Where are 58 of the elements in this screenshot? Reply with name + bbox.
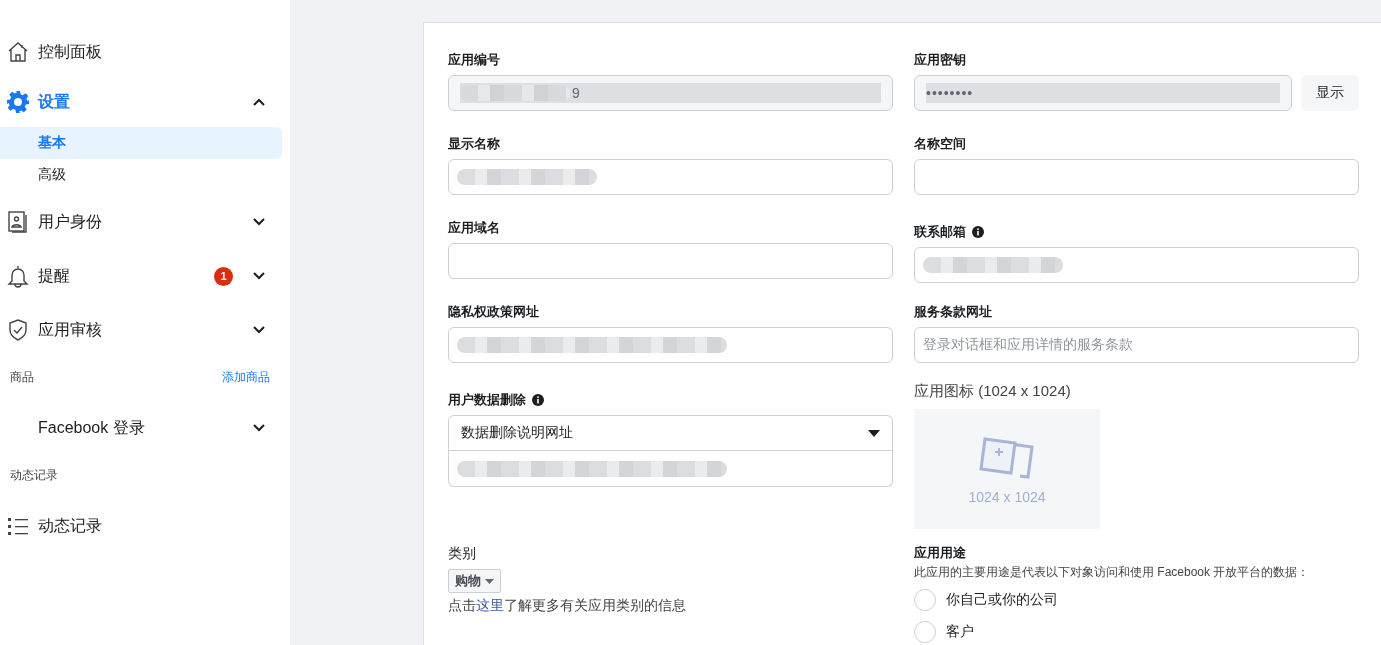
settings-icon xyxy=(6,90,30,114)
field-label: 应用域名 xyxy=(448,218,500,237)
sidebar-item[interactable]: 提醒 1 xyxy=(0,251,290,301)
text-field[interactable] xyxy=(914,247,1359,283)
section-heading: 动态记录 xyxy=(10,466,58,484)
text-field[interactable] xyxy=(914,159,1359,195)
category-dropdown[interactable]: 购物 xyxy=(448,569,501,593)
chevron-down-icon[interactable] xyxy=(252,325,266,335)
sidebar-item[interactable]: 用户身份 xyxy=(0,197,290,247)
sidebar-subitem[interactable]: 基本 xyxy=(0,127,282,159)
field-label: 联系邮箱 xyxy=(914,222,966,241)
add-product-link[interactable]: 添加商品 xyxy=(222,368,270,386)
field-label: 应用用途 xyxy=(914,543,966,562)
text-field[interactable] xyxy=(448,159,893,195)
field-label: 用户数据删除 xyxy=(448,390,526,409)
field-label: 显示名称 xyxy=(448,134,500,153)
sidebar-subitem[interactable]: 高级 xyxy=(0,159,282,191)
field-label: 服务条款网址 xyxy=(914,302,992,321)
bell-icon xyxy=(7,264,29,288)
dropdown[interactable]: 数据删除说明网址 xyxy=(448,415,893,451)
field-placeholder: 登录对话框和应用详情的服务条款 xyxy=(923,336,1133,354)
dropdown-arrow-icon xyxy=(485,578,494,584)
text-field[interactable] xyxy=(448,451,893,487)
field-label: 类别 xyxy=(448,544,476,563)
field-label: 应用密钥 xyxy=(914,50,966,69)
radio-label: 客户 xyxy=(946,623,974,641)
chevron-up-icon[interactable] xyxy=(252,97,266,107)
field-label: 隐私权政策网址 xyxy=(448,302,539,321)
sidebar-item[interactable]: 设置 xyxy=(0,77,290,127)
sidebar-item[interactable]: Facebook 登录 xyxy=(0,403,290,453)
chevron-down-icon[interactable] xyxy=(252,271,266,281)
field-label: 名称空间 xyxy=(914,134,966,153)
section-heading: 商品 xyxy=(10,368,34,386)
sidebar-item[interactable]: 应用审核 xyxy=(0,305,290,355)
field-label: 应用图标 (1024 x 1024) xyxy=(914,382,1071,401)
notification-badge: 1 xyxy=(214,266,233,286)
app-id-field[interactable]: 9 xyxy=(448,75,893,111)
radio-label: 你自己或你的公司 xyxy=(946,591,1058,609)
sidebar-item[interactable]: 控制面板 xyxy=(0,27,290,77)
app-secret-field[interactable]: •••••••• xyxy=(914,75,1292,111)
chevron-down-icon[interactable] xyxy=(252,423,266,433)
show-button[interactable]: 显示 xyxy=(1301,75,1359,111)
shield-check-icon xyxy=(7,318,29,342)
field-value: •••••••• xyxy=(926,85,974,101)
icon-size-caption: 1024 x 1024 xyxy=(968,489,1046,505)
text-field[interactable] xyxy=(448,243,893,279)
home-icon xyxy=(7,41,29,63)
help-text: 点击这里了解更多有关应用类别的信息 xyxy=(448,597,687,615)
dropdown-arrow-icon xyxy=(868,429,880,437)
sidebar-item[interactable]: 动态记录 xyxy=(0,501,290,551)
text-field[interactable] xyxy=(448,327,893,363)
list-icon xyxy=(7,516,29,536)
field-value: 9 xyxy=(572,85,580,101)
field-label: 应用编号 xyxy=(448,50,500,69)
field-description: 此应用的主要用途是代表以下对象访问和使用 Facebook 开放平台的数据： xyxy=(914,564,1311,581)
id-card-icon xyxy=(7,210,29,234)
chevron-down-icon[interactable] xyxy=(252,217,266,227)
here-link[interactable]: 这里 xyxy=(476,597,504,613)
